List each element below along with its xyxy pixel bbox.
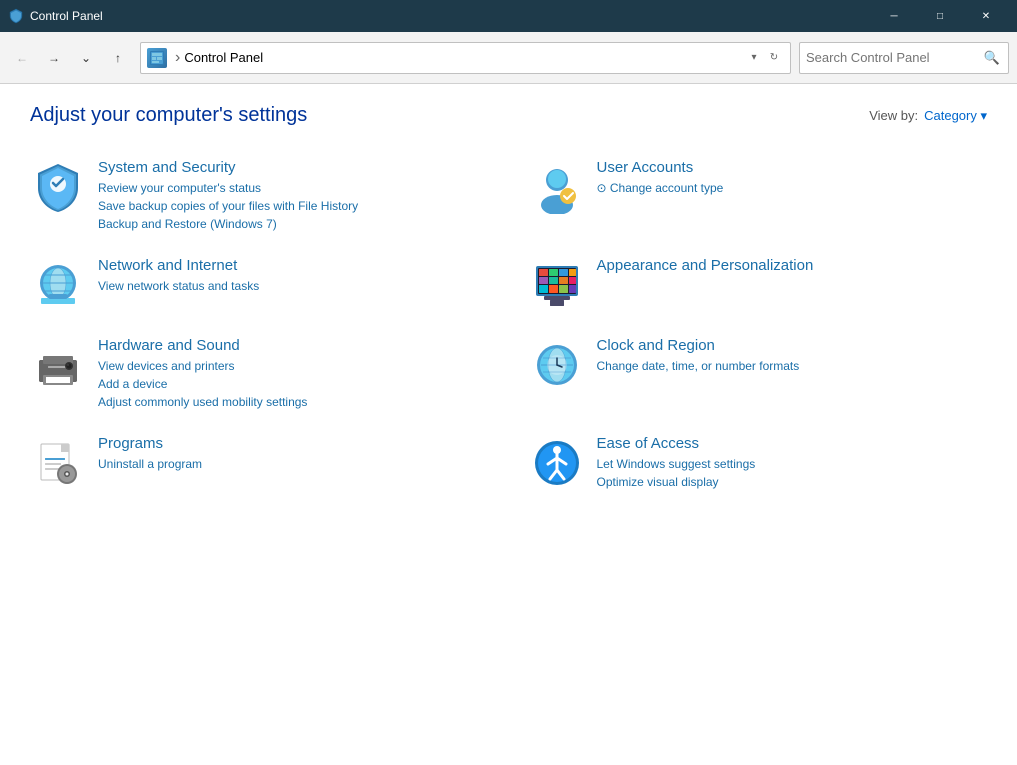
- user-accounts-link-1[interactable]: ⊙ Change account type: [597, 179, 988, 197]
- maximize-button[interactable]: □: [917, 0, 963, 32]
- address-separator: ›: [175, 49, 180, 67]
- network-internet-icon: [30, 257, 86, 313]
- category-programs[interactable]: Programs Uninstall a program: [30, 427, 489, 499]
- network-internet-link-1[interactable]: View network status and tasks: [98, 277, 489, 295]
- clock-region-icon: [529, 337, 585, 393]
- refresh-button[interactable]: ↻: [764, 48, 784, 68]
- address-bar: › Control Panel ▾ ↻: [140, 42, 791, 74]
- view-by-dropdown[interactable]: Category ▾: [924, 108, 987, 124]
- titlebar-title: Control Panel: [30, 9, 871, 23]
- programs-title[interactable]: Programs: [98, 435, 489, 452]
- category-user-accounts[interactable]: User Accounts ⊙ Change account type: [529, 151, 988, 241]
- appearance-icon: [529, 257, 585, 313]
- clock-region-link-1[interactable]: Change date, time, or number formats: [597, 357, 988, 375]
- programs-link-1[interactable]: Uninstall a program: [98, 455, 489, 473]
- hardware-sound-title[interactable]: Hardware and Sound: [98, 337, 489, 354]
- main-content: Adjust your computer's settings View by:…: [0, 84, 1017, 765]
- clock-region-title[interactable]: Clock and Region: [597, 337, 988, 354]
- system-security-icon: [30, 159, 86, 215]
- hardware-sound-link-2[interactable]: Add a device: [98, 375, 489, 393]
- hardware-sound-link-3[interactable]: Adjust commonly used mobility settings: [98, 393, 489, 411]
- search-button[interactable]: 🔍: [982, 48, 1002, 68]
- ease-of-access-link-2[interactable]: Optimize visual display: [597, 473, 988, 491]
- category-network-internet[interactable]: Network and Internet View network status…: [30, 249, 489, 321]
- address-bar-icon: [147, 48, 167, 68]
- network-internet-info: Network and Internet View network status…: [98, 257, 489, 295]
- up-button[interactable]: ↑: [104, 44, 132, 72]
- address-text: Control Panel: [184, 50, 744, 65]
- network-internet-title[interactable]: Network and Internet: [98, 257, 489, 274]
- app-icon: [8, 8, 24, 24]
- programs-info: Programs Uninstall a program: [98, 435, 489, 473]
- user-accounts-info: User Accounts ⊙ Change account type: [597, 159, 988, 197]
- system-security-link-3[interactable]: Backup and Restore (Windows 7): [98, 215, 489, 233]
- category-clock-region[interactable]: Clock and Region Change date, time, or n…: [529, 329, 988, 419]
- back-button[interactable]: ←: [8, 44, 36, 72]
- appearance-info: Appearance and Personalization: [597, 257, 988, 277]
- system-security-title[interactable]: System and Security: [98, 159, 489, 176]
- recent-pages-button[interactable]: ⌄: [72, 44, 100, 72]
- minimize-button[interactable]: ─: [871, 0, 917, 32]
- search-input[interactable]: [806, 50, 982, 65]
- appearance-title[interactable]: Appearance and Personalization: [597, 257, 988, 274]
- programs-icon: [30, 435, 86, 491]
- ease-of-access-link-1[interactable]: Let Windows suggest settings: [597, 455, 988, 473]
- hardware-sound-info: Hardware and Sound View devices and prin…: [98, 337, 489, 411]
- system-security-link-2[interactable]: Save backup copies of your files with Fi…: [98, 197, 489, 215]
- system-security-info: System and Security Review your computer…: [98, 159, 489, 233]
- user-accounts-title[interactable]: User Accounts: [597, 159, 988, 176]
- close-button[interactable]: ✕: [963, 0, 1009, 32]
- address-dropdown-button[interactable]: ▾: [744, 48, 764, 68]
- view-by-label: View by:: [869, 108, 918, 123]
- category-hardware-sound[interactable]: Hardware and Sound View devices and prin…: [30, 329, 489, 419]
- search-box: 🔍: [799, 42, 1009, 74]
- ease-of-access-title[interactable]: Ease of Access: [597, 435, 988, 452]
- user-accounts-icon: [529, 159, 585, 215]
- system-security-link-1[interactable]: Review your computer's status: [98, 179, 489, 197]
- ease-of-access-icon: [529, 435, 585, 491]
- category-ease-of-access[interactable]: Ease of Access Let Windows suggest setti…: [529, 427, 988, 499]
- main-header: Adjust your computer's settings View by:…: [30, 104, 987, 127]
- titlebar: Control Panel ─ □ ✕: [0, 0, 1017, 32]
- view-by-control: View by: Category ▾: [869, 108, 987, 124]
- page-title: Adjust your computer's settings: [30, 104, 307, 127]
- clock-region-info: Clock and Region Change date, time, or n…: [597, 337, 988, 375]
- window-controls: ─ □ ✕: [871, 0, 1009, 32]
- categories-grid: System and Security Review your computer…: [30, 151, 987, 499]
- hardware-sound-link-1[interactable]: View devices and printers: [98, 357, 489, 375]
- category-appearance[interactable]: Appearance and Personalization: [529, 249, 988, 321]
- forward-button[interactable]: →: [40, 44, 68, 72]
- hardware-sound-icon: [30, 337, 86, 393]
- toolbar: ← → ⌄ ↑ › Control Panel ▾ ↻ 🔍: [0, 32, 1017, 84]
- ease-of-access-info: Ease of Access Let Windows suggest setti…: [597, 435, 988, 491]
- category-system-security[interactable]: System and Security Review your computer…: [30, 151, 489, 241]
